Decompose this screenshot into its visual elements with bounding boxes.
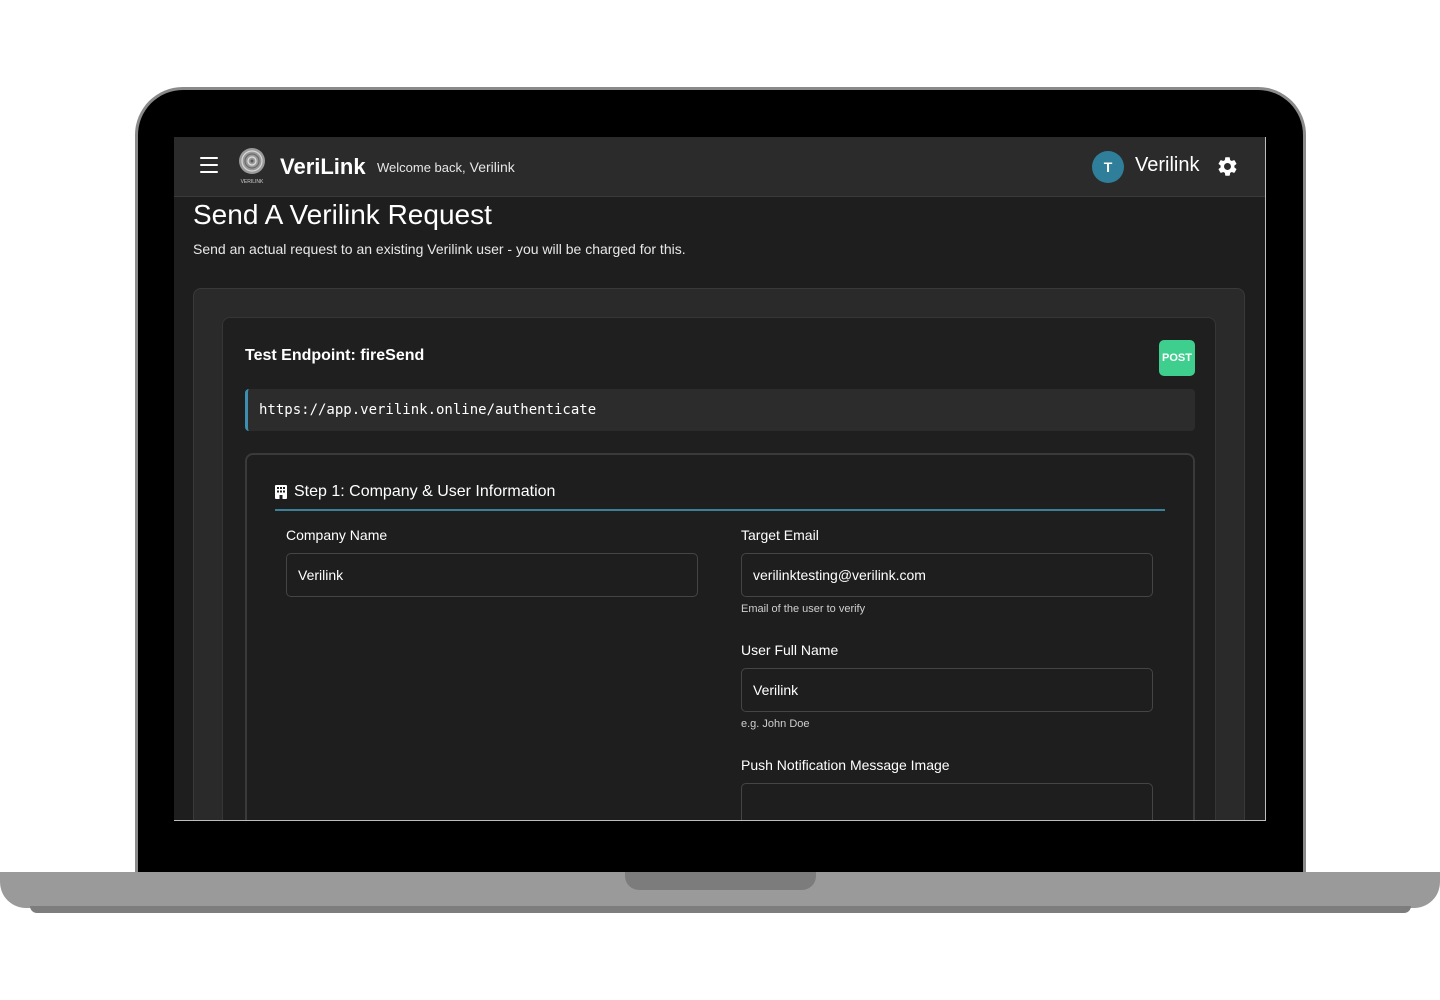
push-image-input[interactable] [741, 783, 1153, 820]
top-navbar: VERILINK VeriLink Welcome back, Verilink … [174, 137, 1265, 197]
laptop-notch [625, 872, 816, 890]
page-title: Send A Verilink Request [193, 199, 492, 230]
user-full-name-help: e.g. John Doe [741, 718, 810, 730]
welcome-message: Welcome back, Verilink [377, 159, 515, 175]
laptop-base-shadow [30, 906, 1411, 913]
fingerprint-icon [239, 148, 265, 174]
target-email-label: Target Email [741, 527, 819, 543]
method-badge: POST [1159, 340, 1195, 376]
step-1-header: Step 1: Company & User Information [275, 483, 1165, 511]
target-email-input[interactable] [741, 553, 1153, 597]
verilink-logo: VERILINK [238, 147, 266, 187]
app-screen: VERILINK VeriLink Welcome back, Verilink … [174, 137, 1266, 821]
brand-name[interactable]: VeriLink [280, 154, 366, 180]
logo-caption: VERILINK [240, 179, 264, 185]
company-name-label: Company Name [286, 527, 388, 543]
target-email-help: Email of the user to verify [741, 603, 866, 615]
user-full-name-label: User Full Name [741, 642, 839, 658]
page-subtitle: Send an actual request to an existing Ve… [193, 241, 686, 257]
gear-icon[interactable] [1216, 155, 1239, 178]
endpoint-title: Test Endpoint: fireSend [245, 347, 425, 364]
company-name-input[interactable] [286, 553, 698, 597]
device-mockup: VERILINK VeriLink Welcome back, Verilink … [0, 0, 1440, 1000]
menu-icon[interactable] [200, 157, 218, 175]
welcome-name: Verilink [469, 159, 515, 175]
endpoint-card: Test Endpoint: fireSend POST https://app… [222, 317, 1216, 820]
endpoint-url: https://app.verilink.online/authenticate [245, 389, 1195, 431]
request-card: Test Endpoint: fireSend POST https://app… [193, 288, 1245, 820]
avatar[interactable]: T [1092, 151, 1124, 183]
user-name[interactable]: Verilink [1135, 154, 1199, 177]
building-icon [275, 485, 287, 499]
step-1-section: Step 1: Company & User Information Compa… [245, 453, 1195, 820]
user-full-name-input[interactable] [741, 668, 1153, 712]
welcome-prefix: Welcome back, [377, 160, 466, 175]
push-image-label: Push Notification Message Image [741, 757, 950, 773]
step-1-title: Step 1: Company & User Information [294, 483, 556, 500]
